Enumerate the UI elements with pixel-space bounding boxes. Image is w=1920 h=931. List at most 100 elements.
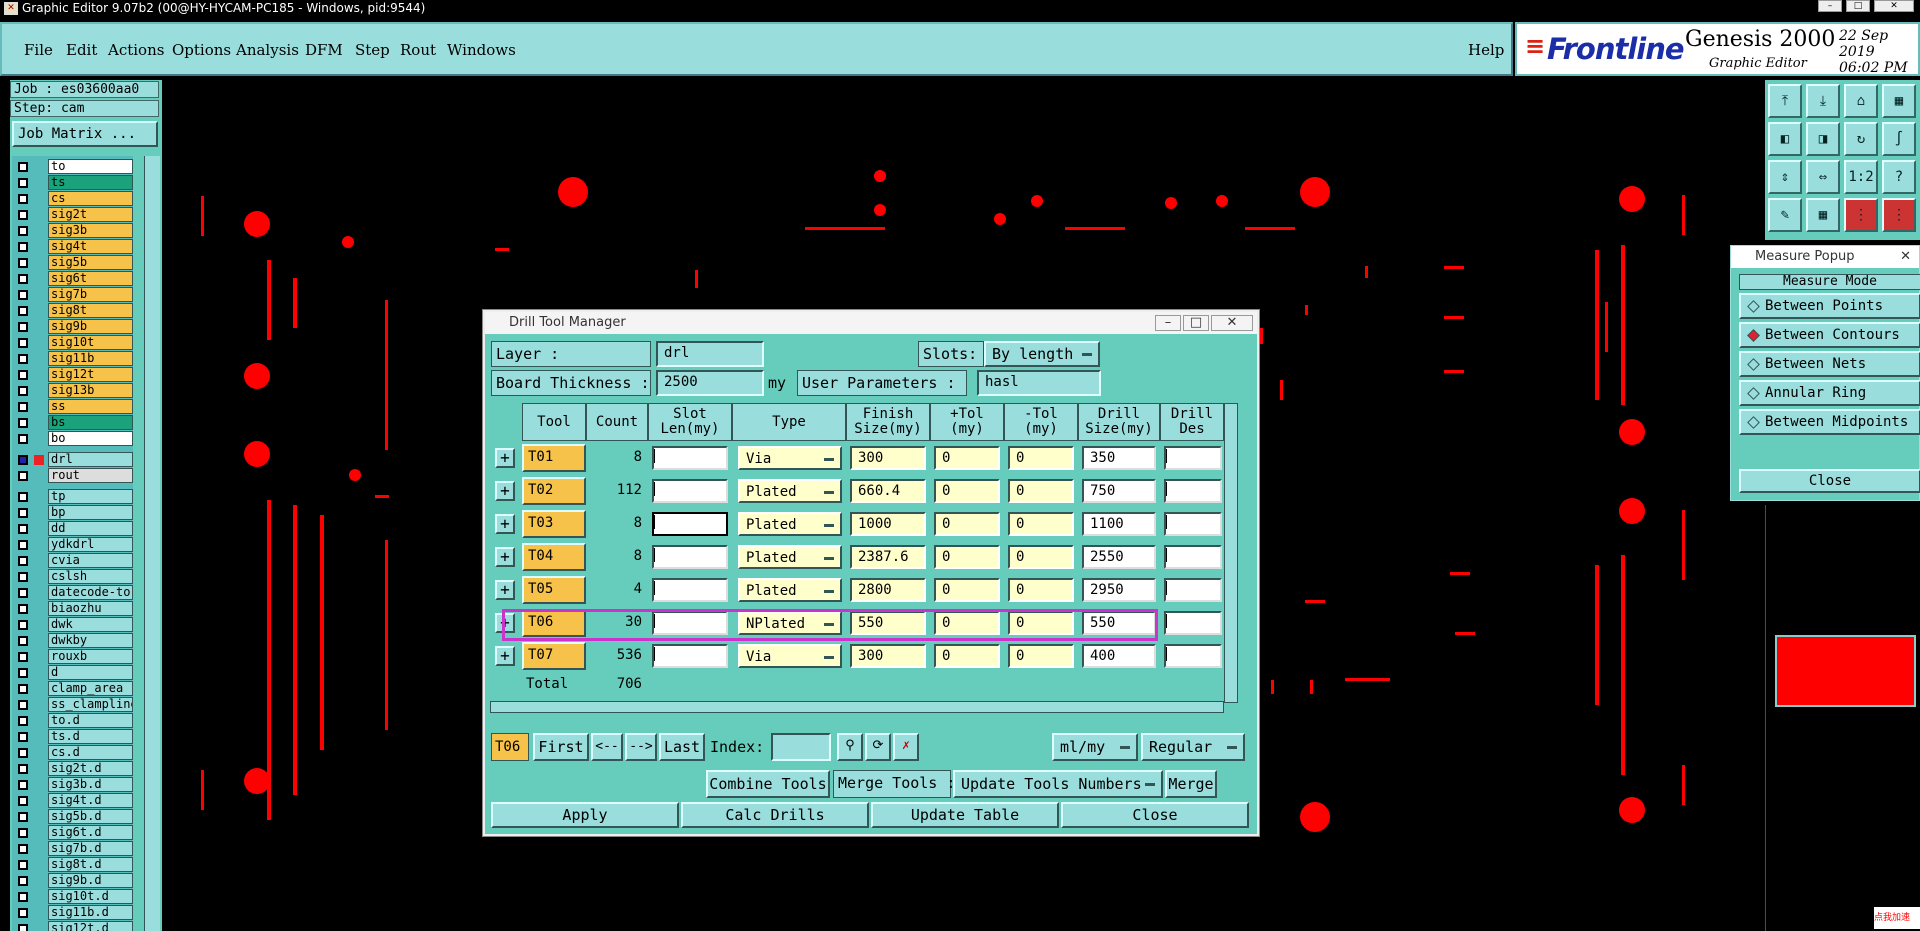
measure-option-between-contours[interactable]: Between Contours (1739, 322, 1920, 348)
layer-checkbox[interactable] (18, 370, 28, 380)
zoom-out-icon[interactable]: ⤓ (1806, 84, 1840, 118)
expand-row-icon[interactable]: + (495, 547, 515, 567)
layer-name[interactable]: to.d (48, 713, 133, 728)
zoom-fit-icon[interactable]: ⇔ (1806, 160, 1840, 194)
layer-row[interactable]: to.d (12, 713, 133, 728)
drill-des-field[interactable] (1164, 644, 1222, 668)
layer-name[interactable]: cs.d (48, 745, 133, 760)
table-vertical-scrollbar[interactable] (1224, 403, 1238, 703)
layer-checkbox[interactable] (18, 455, 28, 465)
layer-checkbox[interactable] (18, 306, 28, 316)
table-horizontal-scrollbar[interactable] (490, 701, 1224, 713)
type-dropdown[interactable]: Plated (738, 545, 842, 569)
layer-list-scrollbar[interactable] (144, 156, 160, 931)
layer-name[interactable]: ss (48, 399, 133, 414)
update-tools-numbers-dropdown[interactable]: Update Tools Numbers (953, 770, 1163, 798)
layer-row[interactable]: sig3b.d (12, 777, 133, 792)
fit-icon[interactable]: ⇕ (1768, 160, 1802, 194)
help-icon[interactable]: ? (1882, 160, 1916, 194)
first-button[interactable]: First (533, 733, 589, 761)
layer-row[interactable]: bo (12, 431, 133, 446)
layer-name[interactable]: rout (48, 468, 133, 483)
menu-file[interactable]: File (24, 41, 53, 59)
layer-checkbox[interactable] (18, 418, 28, 428)
cancel-icon[interactable]: ✗ (893, 733, 919, 761)
drill-size-field[interactable]: 350 (1082, 446, 1156, 470)
minus-tol-field[interactable]: 0 (1008, 545, 1074, 569)
tool-name[interactable]: T01 (522, 444, 586, 472)
minus-tol-field[interactable]: 0 (1008, 512, 1074, 536)
drill-size-field[interactable]: 2550 (1082, 545, 1156, 569)
layer-name[interactable]: sig13b (48, 383, 133, 398)
layer-row[interactable]: sig6t (12, 271, 133, 286)
layer-row[interactable]: sig2t (12, 207, 133, 222)
merge-button[interactable]: Merge (1165, 770, 1217, 798)
layer-name[interactable]: drl (48, 452, 133, 467)
redraw-icon[interactable]: ↻ (1844, 122, 1878, 156)
layer-checkbox[interactable] (18, 524, 28, 534)
layer-row[interactable]: sig9b.d (12, 873, 133, 888)
expand-row-icon[interactable]: + (495, 481, 515, 501)
apply-button[interactable]: Apply (491, 802, 679, 828)
layer-name[interactable]: sig2t (48, 207, 133, 222)
ruler-icon[interactable]: ✎ (1768, 198, 1802, 232)
search-icon[interactable]: ⚲ (837, 733, 863, 761)
drill-des-field[interactable] (1164, 545, 1222, 569)
layer-row[interactable]: bs (12, 415, 133, 430)
minus-tol-field[interactable]: 0 (1008, 446, 1074, 470)
layer-name[interactable]: bo (48, 431, 133, 446)
layer-checkbox[interactable] (18, 354, 28, 364)
layer-row[interactable]: ts (12, 175, 133, 190)
plus-tol-field[interactable]: 0 (934, 446, 1000, 470)
menu-analysis[interactable]: Analysis (236, 41, 299, 59)
finish-size-field[interactable]: 300 (850, 446, 926, 470)
layer-checkbox[interactable] (18, 748, 28, 758)
snap-icon[interactable]: ∫ (1882, 122, 1916, 156)
measure-option-annular-ring[interactable]: Annular Ring (1739, 380, 1920, 406)
layer-checkbox[interactable] (18, 194, 28, 204)
layer-row[interactable]: sig10t.d (12, 889, 133, 904)
next-button[interactable]: --> (625, 733, 657, 761)
layer-name[interactable]: cs (48, 191, 133, 206)
layer-name[interactable]: sig8t.d (48, 857, 133, 872)
menu-dfm[interactable]: DFM (305, 41, 343, 59)
user-parameters-field[interactable]: hasl (977, 370, 1101, 396)
layer-row[interactable]: bp (12, 505, 133, 520)
layer-checkbox[interactable] (18, 210, 28, 220)
dialog-minimize-icon[interactable]: – (1155, 315, 1181, 331)
type-dropdown[interactable]: Plated (738, 479, 842, 503)
layer-name[interactable]: datecode-to (48, 585, 133, 600)
layer-checkbox[interactable] (18, 700, 28, 710)
layer-name[interactable]: ts (48, 175, 133, 190)
layer-name[interactable]: dwkby (48, 633, 133, 648)
job-matrix-button[interactable]: Job Matrix ... (12, 121, 158, 147)
drill-des-field[interactable] (1164, 479, 1222, 503)
type-dropdown[interactable]: Plated (738, 512, 842, 536)
layer-name[interactable]: sig5b.d (48, 809, 133, 824)
update-table-button[interactable]: Update Table (871, 802, 1059, 828)
layer-name[interactable]: sig10t (48, 335, 133, 350)
layer-name[interactable]: sig4t.d (48, 793, 133, 808)
layer-checkbox[interactable] (18, 338, 28, 348)
layer-checkbox[interactable] (18, 668, 28, 678)
layer-checkbox[interactable] (18, 620, 28, 630)
layer-checkbox[interactable] (18, 508, 28, 518)
layer-row[interactable]: sig12t (12, 367, 133, 382)
type-dropdown[interactable]: Plated (738, 578, 842, 602)
measure-option-between-points[interactable]: Between Points (1739, 293, 1920, 319)
finish-size-field[interactable]: 660.4 (850, 479, 926, 503)
layer-checkbox[interactable] (18, 636, 28, 646)
prev-button[interactable]: <-- (591, 733, 623, 761)
layer-checkbox[interactable] (18, 812, 28, 822)
layer-checkbox[interactable] (18, 860, 28, 870)
layer-checkbox[interactable] (18, 684, 28, 694)
drill-des-field[interactable] (1164, 578, 1222, 602)
plus-tol-field[interactable]: 0 (934, 479, 1000, 503)
minimize-button[interactable]: – (1818, 0, 1842, 12)
layer-row[interactable]: ydkdrl (12, 537, 133, 552)
refresh-icon[interactable]: ⟳ (865, 733, 891, 761)
layer-checkbox[interactable] (18, 434, 28, 444)
layer-checkbox[interactable] (18, 556, 28, 566)
layer-name[interactable]: bp (48, 505, 133, 520)
plus-tol-field[interactable]: 0 (934, 545, 1000, 569)
